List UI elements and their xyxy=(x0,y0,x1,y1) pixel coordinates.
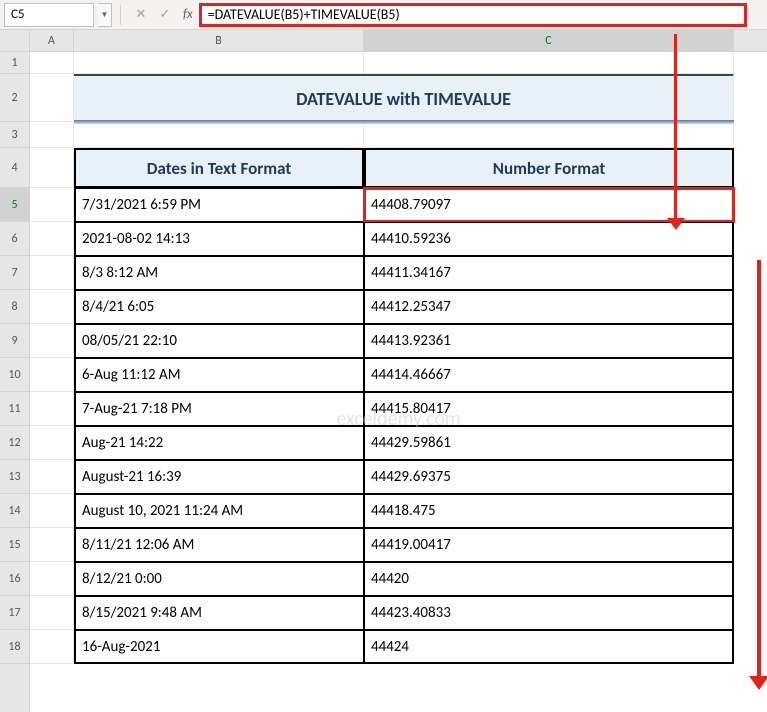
formula-input[interactable]: =DATEVALUE(B5)+TIMEVALUE(B5) xyxy=(199,3,747,27)
row-header[interactable]: 1 xyxy=(0,52,29,74)
cell[interactable] xyxy=(30,460,74,494)
annotation-arrow-icon xyxy=(757,260,761,680)
row-header[interactable]: 15 xyxy=(0,528,29,562)
table-cell[interactable]: 44420 xyxy=(364,562,734,596)
table-cell[interactable]: 44424 xyxy=(364,630,734,664)
table-cell[interactable]: 7-Aug-21 7:18 PM xyxy=(74,392,364,426)
row-header[interactable]: 4 xyxy=(0,148,29,188)
cell[interactable] xyxy=(30,596,74,630)
row-headers: 1 2 3 4 5 6 7 8 9 10 11 12 13 14 15 16 1… xyxy=(0,30,30,712)
row-header[interactable]: 7 xyxy=(0,256,29,290)
col-header[interactable]: A xyxy=(30,30,74,51)
row-header[interactable]: 11 xyxy=(0,392,29,426)
table-cell-selected[interactable]: 44408.79097 xyxy=(364,188,734,222)
table-cell[interactable]: 44413.92361 xyxy=(364,324,734,358)
cell[interactable] xyxy=(30,148,74,188)
row-header[interactable]: 9 xyxy=(0,324,29,358)
row-header[interactable]: 18 xyxy=(0,630,29,664)
cancel-icon[interactable]: ✕ xyxy=(129,7,153,22)
row-header[interactable]: 8 xyxy=(0,290,29,324)
table-cell[interactable]: 44423.40833 xyxy=(364,596,734,630)
row-header[interactable]: 5 xyxy=(0,188,29,222)
header-number[interactable]: Number Format xyxy=(364,148,734,188)
table-cell[interactable]: 8/12/21 0:00 xyxy=(74,562,364,596)
cell[interactable] xyxy=(30,494,74,528)
table-cell[interactable]: August-21 16:39 xyxy=(74,460,364,494)
cell[interactable] xyxy=(364,52,734,74)
row-header[interactable]: 3 xyxy=(0,122,29,148)
table-cell[interactable]: 8/4/21 6:05 xyxy=(74,290,364,324)
cell[interactable] xyxy=(30,630,74,664)
table-cell[interactable]: 44411.34167 xyxy=(364,256,734,290)
table-cell[interactable]: 8/15/2021 9:48 AM xyxy=(74,596,364,630)
grid: A B C DATEVALUE with TIMEVALUE Dat xyxy=(30,30,767,712)
table-cell[interactable]: 44415.80417 xyxy=(364,392,734,426)
row-header[interactable]: 14 xyxy=(0,494,29,528)
cell[interactable] xyxy=(30,256,74,290)
table-cell[interactable]: August 10, 2021 11:24 AM xyxy=(74,494,364,528)
sheet-area: 1 2 3 4 5 6 7 8 9 10 11 12 13 14 15 16 1… xyxy=(0,30,767,712)
cell[interactable] xyxy=(30,188,74,222)
row-header[interactable]: 6 xyxy=(0,222,29,256)
title-underline xyxy=(74,120,734,124)
table-cell[interactable]: 08/05/21 22:10 xyxy=(74,324,364,358)
row-header[interactable]: 17 xyxy=(0,596,29,630)
cell[interactable] xyxy=(30,426,74,460)
cell[interactable] xyxy=(30,324,74,358)
enter-icon[interactable]: ✓ xyxy=(153,7,177,22)
select-all-corner[interactable] xyxy=(0,30,29,52)
table-cell[interactable]: 6-Aug 11:12 AM xyxy=(74,358,364,392)
cell[interactable] xyxy=(364,122,734,148)
table-cell[interactable]: 8/3 8:12 AM xyxy=(74,256,364,290)
table-cell[interactable]: Aug-21 14:22 xyxy=(74,426,364,460)
cell[interactable] xyxy=(30,562,74,596)
table-cell[interactable]: 2021-08-02 14:13 xyxy=(74,222,364,256)
cell[interactable] xyxy=(30,392,74,426)
table-cell[interactable]: 7/31/2021 6:59 PM xyxy=(74,188,364,222)
cell[interactable] xyxy=(30,74,74,122)
title-cell[interactable]: DATEVALUE with TIMEVALUE xyxy=(74,74,734,122)
cell[interactable] xyxy=(30,358,74,392)
table-cell[interactable]: 44429.59861 xyxy=(364,426,734,460)
table-cell[interactable]: 16-Aug-2021 xyxy=(74,630,364,664)
cell[interactable] xyxy=(30,222,74,256)
name-box-dropdown-icon[interactable]: ▼ xyxy=(98,3,112,27)
col-header[interactable]: C xyxy=(364,30,734,51)
divider xyxy=(120,5,121,25)
cell[interactable] xyxy=(74,52,364,74)
fx-icon[interactable]: fx xyxy=(183,7,193,22)
table-cell[interactable]: 44414.46667 xyxy=(364,358,734,392)
table-cell[interactable]: 44418.475 xyxy=(364,494,734,528)
cell[interactable] xyxy=(74,122,364,148)
annotation-arrow-icon xyxy=(674,34,677,220)
name-box[interactable]: C5 xyxy=(4,3,94,27)
table-cell[interactable]: 44429.69375 xyxy=(364,460,734,494)
row-header[interactable]: 16 xyxy=(0,562,29,596)
table-cell[interactable]: 8/11/21 12:06 AM xyxy=(74,528,364,562)
column-headers: A B C xyxy=(30,30,767,52)
row-header[interactable]: 13 xyxy=(0,460,29,494)
header-dates[interactable]: Dates in Text Format xyxy=(74,148,364,188)
cell[interactable] xyxy=(30,528,74,562)
table-cell[interactable]: 44412.25347 xyxy=(364,290,734,324)
cell[interactable] xyxy=(30,122,74,148)
cell[interactable] xyxy=(30,52,74,74)
formula-bar: C5 ▼ ✕ ✓ fx =DATEVALUE(B5)+TIMEVALUE(B5) xyxy=(0,0,767,30)
row-header[interactable]: 12 xyxy=(0,426,29,460)
cell[interactable] xyxy=(30,290,74,324)
row-header[interactable]: 2 xyxy=(0,74,29,122)
table-cell[interactable]: 44419.00417 xyxy=(364,528,734,562)
row-header[interactable]: 10 xyxy=(0,358,29,392)
col-header[interactable]: B xyxy=(74,30,364,51)
